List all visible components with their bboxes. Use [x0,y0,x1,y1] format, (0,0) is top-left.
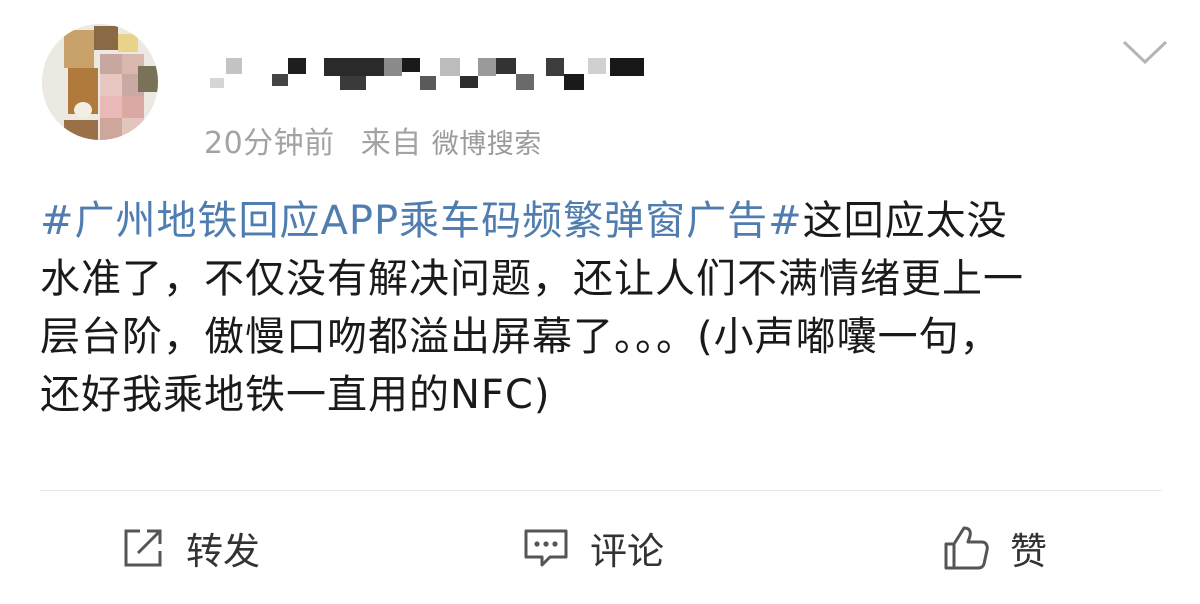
share-box-icon [124,529,162,567]
weibo-post-card: 20分钟前 来自 微博搜索 #广州地铁回应APP乘车码频繁弹窗广告#这回应太没 水… [0,0,1200,604]
like-button[interactable]: 赞 [942,520,1047,576]
post-line-1: #广州地铁回应APP乘车码频繁弹窗广告#这回应太没 [40,192,1160,250]
like-label: 赞 [1010,530,1047,573]
post-text: #广州地铁回应APP乘车码频繁弹窗广告#这回应太没 水准了，不仅没有解决问题，还… [40,192,1160,424]
divider [40,490,1162,491]
repost-label: 转发 [186,530,260,573]
post-time: 20分钟前 [204,126,335,161]
chevron-down-icon[interactable] [1120,34,1170,70]
post-line-4: 还好我乘地铁一直用的NFC) [40,372,551,418]
thumbs-up-icon [944,526,989,570]
avatar[interactable] [42,24,158,140]
source-app[interactable]: 微博搜索 [432,129,542,160]
post-line-1-text: 这回应太没 [802,198,1008,244]
repost-button[interactable]: 转发 [120,520,260,576]
comment-button[interactable]: 评论 [522,520,664,576]
speech-bubble-icon [524,529,568,567]
username[interactable] [206,52,646,92]
comment-label: 评论 [590,530,664,573]
post-meta: 20分钟前 来自 微博搜索 [204,118,542,162]
topic-link[interactable]: #广州地铁回应APP乘车码频繁弹窗广告# [40,198,803,244]
post-line-3: 层台阶，傲慢口吻都溢出屏幕了。。。(小声嘟囔一句， [40,314,1001,360]
post-line-2: 水准了，不仅没有解决问题，还让人们不满情绪更上一 [40,256,1024,302]
source-label: 来自 [360,126,422,161]
